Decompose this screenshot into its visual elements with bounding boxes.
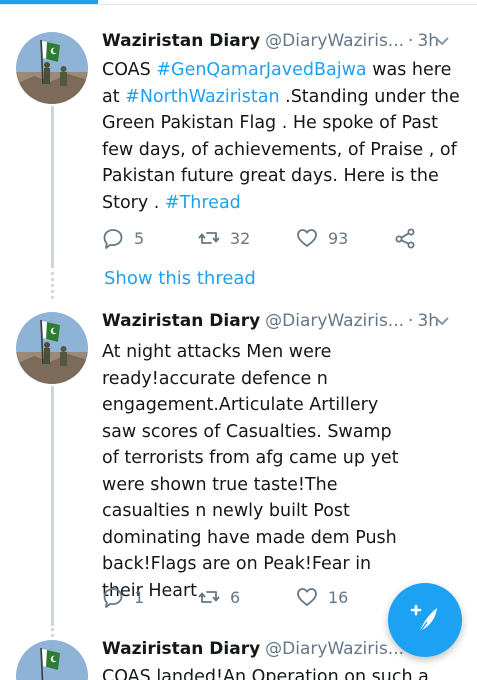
hashtag-link[interactable]: #NorthWaziristan <box>125 87 279 107</box>
like-button[interactable]: 16 <box>296 584 348 610</box>
display-name[interactable]: Waziristan Diary <box>102 31 260 51</box>
tweet-text: COAS landed!An Operation on such a <box>102 667 429 680</box>
tab-divider <box>0 4 477 5</box>
compose-tweet-icon <box>410 604 437 634</box>
active-tab-underline <box>0 0 98 4</box>
retweet-icon <box>198 232 220 244</box>
like-count: 16 <box>328 587 349 607</box>
reply-count: 5 <box>134 228 145 248</box>
reply-button[interactable]: 1 <box>102 584 144 610</box>
thread-connector <box>51 386 54 626</box>
user-handle[interactable]: @DiaryWaziris... <box>265 31 404 51</box>
share-icon <box>395 228 415 249</box>
compose-tweet-button[interactable] <box>388 583 462 657</box>
heart-icon <box>297 588 317 606</box>
hashtag-link[interactable]: #GenQamarJavedBajwa <box>156 60 366 80</box>
thread-connector <box>51 106 54 268</box>
reply-icon <box>103 588 123 608</box>
retweet-icon <box>198 591 220 603</box>
display-name[interactable]: Waziristan Diary <box>102 639 260 659</box>
retweet-count: 6 <box>230 587 241 607</box>
tweet-header: Waziristan Diary @DiaryWaziris... · 3h <box>102 309 463 333</box>
retweet-count: 32 <box>230 228 251 248</box>
reply-icon <box>103 229 123 249</box>
user-handle[interactable]: @DiaryWaziris... <box>265 639 404 659</box>
tweet-actions: 5 32 93 <box>102 225 432 251</box>
display-name[interactable]: Waziristan Diary <box>102 311 260 331</box>
text-segment: COAS <box>102 60 157 80</box>
tweet-text: At night attacks Men were ready!accurate… <box>102 342 399 601</box>
separator: · <box>408 31 414 51</box>
thread-ellipsis <box>51 622 54 637</box>
tweet-header: Waziristan Diary @DiaryWaziris... <box>102 637 404 661</box>
avatar[interactable] <box>16 32 88 104</box>
hashtag-link[interactable]: #Thread <box>165 193 241 213</box>
heart-icon <box>297 229 317 247</box>
avatar[interactable] <box>16 640 88 680</box>
chevron-down-icon[interactable] <box>433 33 451 49</box>
chevron-down-icon[interactable] <box>433 313 451 329</box>
retweet-button[interactable]: 32 <box>198 225 250 251</box>
tweet-text: COAS #GenQamarJavedBajwa was here at #No… <box>102 57 467 216</box>
tweet-header: Waziristan Diary @DiaryWaziris... · 3h <box>102 29 463 53</box>
like-count: 93 <box>328 228 349 248</box>
separator: · <box>408 311 414 331</box>
user-handle[interactable]: @DiaryWaziris... <box>265 311 404 331</box>
like-button[interactable]: 93 <box>296 225 348 251</box>
retweet-button[interactable]: 6 <box>198 584 240 610</box>
reply-button[interactable]: 5 <box>102 225 144 251</box>
reply-count: 1 <box>134 587 145 607</box>
top-tab-indicator <box>0 0 477 6</box>
avatar[interactable] <box>16 312 88 384</box>
show-thread-link[interactable]: Show this thread <box>104 268 256 289</box>
thread-ellipsis <box>51 272 54 299</box>
tweet-actions: 1 6 16 <box>102 584 382 610</box>
share-button[interactable] <box>394 225 416 251</box>
